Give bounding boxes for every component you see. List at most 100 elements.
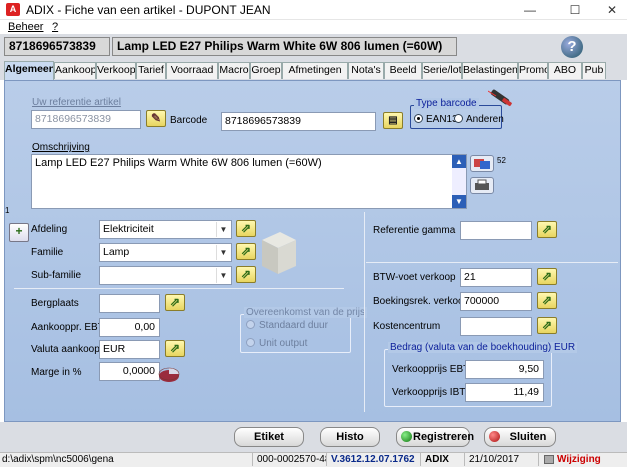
help-icon[interactable]: ? — [561, 36, 583, 58]
verkoopprijs-ibtw-field[interactable]: 11,49 — [465, 383, 544, 402]
etiket-button[interactable]: Etiket — [234, 427, 304, 447]
afdeling-select[interactable]: Elektriciteit ▼ — [99, 220, 232, 239]
barcode-icon[interactable]: ▤ — [383, 112, 403, 129]
pie-chart-icon[interactable] — [158, 365, 180, 383]
anderen-label: Anderen — [466, 114, 504, 125]
omschrijving-label: Omschrijving — [32, 142, 90, 153]
tab-belastingen[interactable]: Belastingen — [462, 62, 518, 79]
subfamilie-label: Sub-familie — [31, 270, 82, 281]
subfamilie-lookup-button[interactable]: ⇗ — [236, 266, 256, 283]
status-path: d:\adix\spm\nc5006\gena — [2, 454, 114, 465]
tab-aankoop[interactable]: Aankoop — [54, 62, 96, 79]
tab-abo[interactable]: ABO — [548, 62, 582, 79]
bedrag-title: Bedrag (valuta van de boekhouding) EUR — [388, 342, 578, 353]
close-button[interactable]: ✕ — [597, 0, 627, 20]
barcode-scanner-icon — [487, 88, 514, 110]
ean13-label: EAN13 — [426, 114, 458, 125]
menu-help[interactable]: ? — [52, 21, 58, 33]
tab-voorraad[interactable]: Voorraad — [166, 62, 218, 79]
minimize-button[interactable]: — — [515, 0, 545, 20]
divider — [366, 262, 618, 263]
valuta-field[interactable]: EUR — [99, 340, 160, 359]
familie-lookup-button[interactable]: ⇗ — [236, 243, 256, 260]
aankoopprijs-field[interactable]: 0,00 — [99, 318, 160, 337]
marge-field[interactable]: 0,0000 — [99, 362, 160, 381]
afdeling-value: Elektriciteit — [103, 223, 154, 235]
boekingsrek-label: Boekingsrek. verkoop — [373, 296, 470, 307]
article-name-display: Lamp LED E27 Philips Warm White 6W 806 l… — [112, 37, 457, 56]
boekingsrek-lookup-button[interactable]: ⇗ — [537, 292, 557, 309]
omschrijving-scrollbar[interactable]: ▲ ▼ — [452, 155, 466, 208]
tab-macro[interactable]: Macro — [218, 62, 250, 79]
divider — [14, 288, 344, 289]
marge-label: Marge in % — [31, 367, 82, 378]
uw-referentie-label: Uw referentie artikel — [32, 97, 121, 108]
registreren-label: Registreren — [413, 431, 475, 443]
tab-tarief[interactable]: Tarief — [136, 62, 166, 79]
anderen-radio[interactable] — [454, 114, 463, 123]
translate-button[interactable] — [470, 155, 494, 172]
referentie-gamma-lookup-button[interactable]: ⇗ — [537, 221, 557, 238]
app-icon: A — [6, 3, 20, 16]
row-marker: 1 — [5, 206, 10, 215]
tab-promo[interactable]: Promo — [518, 62, 548, 79]
omschrijving-field[interactable]: Lamp LED E27 Philips Warm White 6W 806 l… — [31, 154, 467, 209]
afdeling-lookup-button[interactable]: ⇗ — [236, 220, 256, 237]
tab-pub[interactable]: Pub — [582, 62, 606, 79]
kostencentrum-field[interactable] — [460, 317, 532, 336]
uw-referentie-field[interactable]: 8718696573839 — [31, 110, 141, 129]
referentie-gamma-label: Referentie gamma — [373, 225, 456, 236]
tab-beeld[interactable]: Beeld — [384, 62, 422, 79]
menu-beheer[interactable]: Beheer — [8, 21, 43, 33]
subfamilie-select[interactable]: ▼ — [99, 266, 232, 285]
familie-select[interactable]: Lamp ▼ — [99, 243, 232, 262]
status-code: 000-0002570-48 — [252, 453, 326, 466]
status-version: V.3612.12.07.1762 — [326, 453, 420, 466]
familie-label: Familie — [31, 247, 64, 258]
maximize-button[interactable]: ☐ — [560, 0, 590, 20]
btw-lookup-button[interactable]: ⇗ — [537, 268, 557, 285]
verkoopprijs-ebtw-field[interactable]: 9,50 — [465, 360, 544, 379]
histo-button[interactable]: Histo — [320, 427, 380, 447]
menu-bar — [0, 20, 627, 34]
print-button[interactable] — [470, 177, 494, 194]
scroll-down-icon[interactable]: ▼ — [452, 195, 466, 208]
tab-afmetingen[interactable]: Afmetingen — [282, 62, 348, 79]
tab-serie-lot[interactable]: Serie/lot — [422, 62, 462, 79]
edit-reference-button[interactable]: ✎ — [146, 110, 166, 127]
bergplaats-label: Bergplaats — [31, 298, 79, 309]
familie-value: Lamp — [103, 246, 130, 258]
btw-field[interactable]: 21 — [460, 268, 532, 287]
status-app: ADIX — [420, 453, 464, 466]
omschrijving-char-count: 52 — [497, 156, 506, 165]
unit-output-radio[interactable] — [246, 338, 255, 347]
type-barcode-title: Type barcode — [414, 98, 479, 109]
chevron-down-icon: ▼ — [216, 268, 230, 283]
status-date: 21/10/2017 — [464, 453, 538, 466]
standaard-duur-radio[interactable] — [246, 320, 255, 329]
add-button[interactable]: + — [9, 223, 29, 242]
btw-label: BTW-voet verkoop — [373, 272, 456, 283]
valuta-lookup-button[interactable]: ⇗ — [165, 340, 185, 357]
referentie-gamma-field[interactable] — [460, 221, 532, 240]
vertical-divider — [364, 212, 365, 412]
lock-icon — [544, 455, 554, 464]
tab-algemeen[interactable]: Algemeen — [4, 61, 54, 80]
bergplaats-field[interactable] — [99, 294, 160, 313]
tab-groep[interactable]: Groep — [250, 62, 282, 79]
overeenkomst-title: Overeenkomst van de prijs — [244, 307, 367, 318]
package-icon — [258, 228, 298, 278]
chevron-down-icon: ▼ — [216, 245, 230, 260]
verkoopprijs-ibtw-label: Verkoopprijs IBTW — [392, 387, 475, 398]
kostencentrum-lookup-button[interactable]: ⇗ — [537, 317, 557, 334]
window-title: ADIX - Fiche van een artikel - DUPONT JE… — [26, 3, 271, 17]
valuta-label: Valuta aankoop — [31, 344, 100, 355]
ean13-radio[interactable] — [414, 114, 423, 123]
scroll-up-icon[interactable]: ▲ — [452, 155, 466, 168]
tab-verkoop[interactable]: Verkoop — [96, 62, 136, 79]
barcode-field[interactable]: 8718696573839 — [221, 112, 376, 131]
standaard-duur-label: Standaard duur — [259, 320, 328, 331]
boekingsrek-field[interactable]: 700000 — [460, 292, 532, 311]
tab-notas[interactable]: Nota's — [348, 62, 384, 79]
bergplaats-lookup-button[interactable]: ⇗ — [165, 294, 185, 311]
